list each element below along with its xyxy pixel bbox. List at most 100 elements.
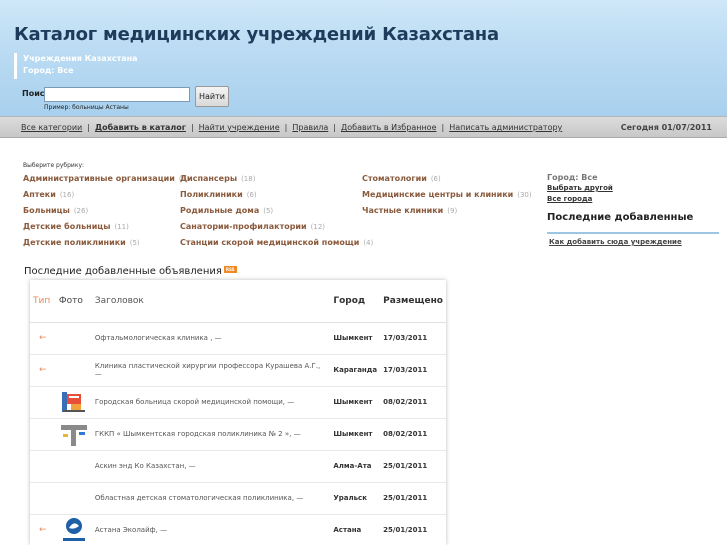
rubric-link[interactable]: Частные клиники <box>362 206 443 215</box>
search-input[interactable] <box>44 87 190 102</box>
rubric-item: Поликлиники (6) <box>180 190 373 206</box>
column-header-city[interactable]: Город <box>330 280 381 323</box>
rubric-item: Медицинские центры и клиники (30) <box>362 190 532 206</box>
header-subtitle-block: Учреждения Казахстана Город: Все <box>14 53 138 79</box>
rubric-link[interactable]: Диспансеры <box>180 174 237 183</box>
clinic-logo-icon[interactable] <box>59 420 89 448</box>
page-header: Каталог медицинских учреждений Казахстан… <box>0 0 727 116</box>
column-header-photo[interactable]: Фото <box>55 280 92 323</box>
rubric-count: (6) <box>430 175 441 183</box>
table-row[interactable]: Городская больница скорой медицинской по… <box>30 386 446 419</box>
rubric-link[interactable]: Больницы <box>23 206 70 215</box>
ad-city: Уральск <box>330 482 381 515</box>
search-button[interactable]: Найти <box>195 86 229 107</box>
ad-date: 17/03/2011 <box>380 322 446 355</box>
nav-link[interactable]: Все категории <box>21 123 82 132</box>
ad-type-icon <box>30 386 56 419</box>
rubric-item: Детские поликлиники (5) <box>23 238 189 254</box>
ad-city: Шымкент <box>330 418 381 451</box>
rubric-item: Диспансеры (18) <box>180 174 373 190</box>
rubric-link[interactable]: Детские больницы <box>23 222 110 231</box>
ad-photo[interactable] <box>55 450 92 483</box>
all-cities-link[interactable]: Все города <box>547 194 719 205</box>
how-to-add-link[interactable]: Как добавить сюда учреждение <box>549 238 719 246</box>
nav-separator: | <box>190 123 194 132</box>
ad-photo[interactable] <box>55 354 92 387</box>
table-row[interactable]: Аскин энд Ко Казахстан, — Алма-Ата 25/01/2… <box>30 450 446 483</box>
top-nav: Все категории | Добавить в каталог | Найти у… <box>0 116 727 138</box>
ad-title-link[interactable]: ГККП « Шымкентская городская поликлиника… <box>91 418 331 451</box>
sidebar-city: Город: Все <box>547 173 598 182</box>
column-header-date[interactable]: Размещено <box>380 280 446 323</box>
table-row[interactable]: ← Астана Эколайф, — Астана 25/01/2011 <box>30 514 446 545</box>
column-header-type[interactable]: Тип <box>30 280 56 323</box>
rubric-item: Станции скорой медицинской помощи (4) <box>180 238 373 254</box>
ad-title-link[interactable]: Астана Эколайф, — <box>91 514 331 545</box>
ad-photo[interactable] <box>55 322 92 355</box>
ad-title-link[interactable]: Офтальмологическая клиника , — <box>91 322 331 355</box>
rubric-link[interactable]: Станции скорой медицинской помощи <box>180 238 359 247</box>
ad-photo[interactable] <box>55 482 92 515</box>
nav-link[interactable]: Найти учреждение <box>199 123 280 132</box>
rubric-count: (16) <box>59 191 75 199</box>
rubric-count: (5) <box>129 239 140 247</box>
rubric-column-1: Административные организации (1) Аптеки (16… <box>23 174 189 254</box>
rubric-count: (11) <box>114 223 129 231</box>
ad-date: 08/02/2011 <box>380 386 446 419</box>
site-title[interactable]: Каталог медицинских учреждений Казахстан… <box>14 24 499 45</box>
rubric-count: (12) <box>310 223 326 231</box>
rubric-item: Административные организации (1) <box>23 174 189 190</box>
table-row[interactable]: ГККП « Шымкентская городская поликлиника… <box>30 418 446 451</box>
rubric-item: Аптеки (16) <box>23 190 189 206</box>
nav-items: Все категории | Добавить в каталог | Найти у… <box>21 123 562 132</box>
table-row[interactable]: Областная детская стоматологическая поли… <box>30 482 446 515</box>
rubric-link[interactable]: Поликлиники <box>180 190 243 199</box>
ad-date: 17/03/2011 <box>380 354 446 387</box>
table-row[interactable]: ← Офтальмологическая клиника , — Шымкент 17… <box>30 322 446 355</box>
nav-link[interactable]: Добавить в каталог <box>95 123 186 132</box>
rubric-count: (18) <box>241 175 256 183</box>
rubric-link[interactable]: Стоматологии <box>362 174 427 183</box>
ad-photo[interactable] <box>55 386 92 419</box>
search-hint: Пример: больницы Астаны <box>44 104 129 111</box>
rubric-link[interactable]: Детские поликлиники <box>23 238 126 247</box>
rubric-column-3: Стоматологии (6) Медицинские центры и клин… <box>362 174 532 222</box>
column-header-title[interactable]: Заголовок <box>91 280 331 323</box>
ad-date: 08/02/2011 <box>380 418 446 451</box>
nav-link[interactable]: Добавить в Избранное <box>341 123 437 132</box>
ad-city: Астана <box>330 514 381 545</box>
ad-title-link[interactable]: Клиника пластической хирургии профессора… <box>91 354 331 387</box>
ad-type-icon <box>30 418 56 451</box>
ad-photo[interactable] <box>55 418 92 451</box>
rubric-item: Детские больницы (11) <box>23 222 189 238</box>
latest-ads-heading: Последние добавленные объявления <box>24 266 222 277</box>
rubric-link[interactable]: Аптеки <box>23 190 56 199</box>
ad-title-link[interactable]: Областная детская стоматологическая поли… <box>91 482 331 515</box>
ad-title-link[interactable]: Городская больница скорой медицинской по… <box>91 386 331 419</box>
rubric-count: (30) <box>517 191 532 199</box>
hospital-logo-icon[interactable] <box>59 388 89 416</box>
ad-photo[interactable] <box>55 514 92 545</box>
ad-date: 25/01/2011 <box>380 482 446 515</box>
ad-title-link[interactable]: Аскин энд Ко Казахстан, — <box>91 450 331 483</box>
rubric-link[interactable]: Медицинские центры и клиники <box>362 190 513 199</box>
rubric-link[interactable]: Санатории-профилактории <box>180 222 307 231</box>
ecolife-logo-icon[interactable] <box>59 516 89 544</box>
search-label: Поиск <box>22 89 50 98</box>
table-row[interactable]: ← Клиника пластической хирургии профессор… <box>30 354 446 387</box>
nav-separator: | <box>87 123 90 132</box>
nav-link[interactable]: Написать администратору <box>449 123 562 132</box>
ad-type-icon <box>30 450 56 483</box>
ad-type-icon: ← <box>30 354 56 387</box>
ad-city: Караганда <box>330 354 381 387</box>
choose-city-link[interactable]: Выбрать другой <box>547 183 719 194</box>
rubric-item: Санатории-профилактории (12) <box>180 222 373 238</box>
rubric-link[interactable]: Родильные дома <box>180 206 259 215</box>
ad-type-icon: ← <box>30 322 56 355</box>
nav-link[interactable]: Правила <box>292 123 328 132</box>
rss-icon[interactable]: RSS <box>223 266 237 273</box>
rubric-count: (6) <box>246 191 257 199</box>
rubric-link[interactable]: Административные организации <box>23 174 175 183</box>
nav-separator: | <box>441 123 445 132</box>
nav-separator: | <box>333 123 336 132</box>
